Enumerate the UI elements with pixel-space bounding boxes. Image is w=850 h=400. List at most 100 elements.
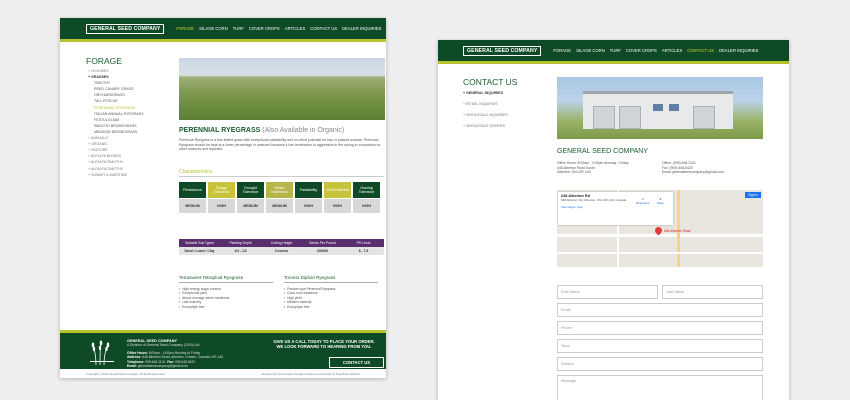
trait-drought-tolerance: Drought Tolerance MEDIUM xyxy=(237,182,264,213)
contact-line: Alberton, ON L0R 1A0 xyxy=(557,170,591,175)
wheat-logo-icon xyxy=(90,340,114,366)
subject-field[interactable]: Subject xyxy=(557,357,763,371)
trait-label: Persistence xyxy=(179,182,206,198)
nav-forage[interactable]: FORAGE xyxy=(553,48,571,53)
nav-articles[interactable]: ARTICLES xyxy=(285,26,305,31)
last-name-field[interactable]: Last Name xyxy=(662,285,763,299)
map-address: 648 Alberton Rd, Alberton, ON L0R 1A0, C… xyxy=(561,198,627,202)
forage-page: GENERAL SEED COMPANY FORAGE SILAGE CORN TU… xyxy=(60,18,386,378)
trait-value: HIGH xyxy=(324,199,351,213)
trait-forage-tolerance: Forage Tolerance HIGH xyxy=(208,182,235,213)
nav-forage[interactable]: FORAGE xyxy=(176,26,194,31)
map-road xyxy=(557,234,763,237)
ryegrass-field-image xyxy=(179,58,385,120)
message-field[interactable]: Message xyxy=(557,375,763,400)
table-header-cell: Planting Depth xyxy=(229,241,252,245)
nav-turf[interactable]: TURF xyxy=(233,26,244,31)
table-cell: 3 inches xyxy=(274,249,289,253)
table-cell: 230000 xyxy=(316,249,329,253)
trait-value: MEDIUM xyxy=(179,199,206,213)
nav-links: FORAGE SILAGE CORN TURF COVER CROPS ARTICLES… xyxy=(553,48,758,53)
nav-silage-corn[interactable]: SILAGE CORN xyxy=(199,26,228,31)
sidebar-menu: + GENERAL INQUIRIES + RETAIL INQUIRIES + W… xyxy=(463,91,508,135)
contact-line: Office Hours: 8:00am - 4:00pm Monday - F… xyxy=(557,161,629,165)
nav-cover-crops[interactable]: COVER CROPS xyxy=(626,48,657,53)
top-nav: GENERAL SEED COMPANY FORAGE SILAGE CORN TU… xyxy=(60,18,386,42)
view-larger-map-link[interactable]: View larger map xyxy=(561,205,670,209)
trait-persistence: Persistence MEDIUM xyxy=(179,182,206,213)
trait-palatability: Palatability HIGH xyxy=(295,182,322,213)
product-name: PERENNIAL RYEGRASS xyxy=(179,127,261,134)
directions-button[interactable]: ➜ Directions xyxy=(636,197,649,205)
trait-value: MEDIUM xyxy=(266,199,293,213)
nav-dealer-inquiries[interactable]: DEALER INQUIRIES xyxy=(342,26,381,31)
save-button[interactable]: ★ Save xyxy=(657,197,664,205)
properties-header-row: Suitable Soil Types Planting Depth Cutting… xyxy=(179,239,384,247)
trait-value: HIGH xyxy=(208,199,235,213)
sidebar-title: FORAGE xyxy=(86,56,122,66)
sidebar-title: CONTACT US xyxy=(463,77,518,87)
contact-us-button[interactable]: CONTACT US xyxy=(329,357,384,368)
garage-door xyxy=(619,106,641,129)
site-logo[interactable]: GENERAL SEED COMPANY xyxy=(463,45,542,56)
table-cell: 6 - 7.5 xyxy=(358,249,369,253)
nav-silage-corn[interactable]: SILAGE CORN xyxy=(576,48,605,53)
properties-value-row: Sand / Loam / Clay 1/4 - 1/2 3 inches 23000… xyxy=(179,247,384,255)
office-building-image xyxy=(557,77,763,139)
save-label: Save xyxy=(657,201,664,205)
characteristics-grid: Persistence MEDIUM Forage Tolerance HIGH Dro… xyxy=(179,182,380,213)
trait-label: Grazing Tolerance xyxy=(353,182,380,198)
trait-label: Yield Potential xyxy=(324,182,351,198)
sidebar-item-wholesale-orders[interactable]: + WHOLESALE ORDERS xyxy=(463,124,508,135)
company-title: GENERAL SEED COMPANY xyxy=(557,148,649,155)
nav-contact-us[interactable]: CONTACT US xyxy=(687,48,714,53)
footer-call-to-action: GIVE US A CALL TODAY TO PLACE YOUR ORDER… xyxy=(265,339,383,349)
google-map[interactable]: 648 Alberton Rd 648 Alberton Rd, Alberto… xyxy=(557,190,763,267)
nav-articles[interactable]: ARTICLES xyxy=(662,48,682,53)
variety-toronto: Toronto Diploid Ryegrass Pasture type Pe… xyxy=(284,275,378,309)
list-item: Endophyte free xyxy=(179,305,273,309)
garage-door xyxy=(593,106,615,129)
characteristics-title: Characteristics xyxy=(179,169,213,175)
footer-email: Email: generalseedcompany@gmail.com xyxy=(127,364,188,369)
credit-text: Designed by Fred Graphic Design Solution… xyxy=(261,371,360,376)
trait-label: Drought Tolerance xyxy=(237,182,264,198)
nav-contact-us[interactable]: CONTACT US xyxy=(310,26,337,31)
properties-table: Suitable Soil Types Planting Depth Cutting… xyxy=(179,239,384,255)
contact-line: Email: generalseedcompany@gmail.com xyxy=(662,170,724,175)
first-name-field[interactable]: First Name xyxy=(557,285,658,299)
variety-tetrasweet: Tetrasweet Tetraploid Ryegrass High ener… xyxy=(179,275,273,309)
contact-form: First Name Last Name Email Phone Town Su… xyxy=(557,285,763,400)
copyright-text: Copyright © 2018 General Seed Company. A… xyxy=(86,371,166,376)
product-alt-note: (Also Available in Organic) xyxy=(262,127,345,134)
variety-features: Pasture type Perennial RyegrassGood rust… xyxy=(284,287,378,309)
phone-field[interactable]: Phone xyxy=(557,321,763,335)
sidebar-item-general-inquiries[interactable]: + GENERAL INQUIRIES xyxy=(463,91,508,102)
trait-label: Forage Tolerance xyxy=(208,182,235,198)
trait-value: MEDIUM xyxy=(237,199,264,213)
email-field[interactable]: Email xyxy=(557,303,763,317)
contact-info: Office: (905) 648-2101 Fax: (905) 648-542… xyxy=(662,161,724,175)
sidebar-item-retail-inquiries[interactable]: + RETAIL INQUIRIES xyxy=(463,102,508,113)
map-sign-in-button[interactable]: Sign in xyxy=(745,192,761,198)
trait-grazing-tolerance: Grazing Tolerance HIGH xyxy=(353,182,380,213)
sidebar-item-wholesale-inquiries[interactable]: + WHOLESALE INQUIRIES xyxy=(463,113,508,124)
sidebar-item-summit-maritime[interactable]: + SUMMIT & MARITIME xyxy=(88,173,143,179)
office-info: Office Hours: 8:00am - 4:00pm Monday - F… xyxy=(557,161,629,175)
list-item: Endophyte free xyxy=(284,305,378,309)
copyright-bar: Copyright © 2018 General Seed Company. A… xyxy=(60,369,386,378)
nav-cover-crops[interactable]: COVER CROPS xyxy=(249,26,280,31)
table-header-cell: Seeds Per Pound xyxy=(309,241,336,245)
cta-line-2: WE LOOK FORWARD TO HEARING FROM YOU. xyxy=(276,344,372,350)
sidebar-menu: + LEGUMES + GRASSES TIMOTHY REED CANARY GRA… xyxy=(88,69,143,179)
nav-turf[interactable]: TURF xyxy=(610,48,621,53)
top-nav: GENERAL SEED COMPANY FORAGE SILAGE CORN TU… xyxy=(438,40,789,64)
nav-dealer-inquiries[interactable]: DEALER INQUIRIES xyxy=(719,48,758,53)
contact-page: GENERAL SEED COMPANY FORAGE SILAGE CORN TU… xyxy=(438,40,789,400)
variety-features: High energy sugar contentExceptional yie… xyxy=(179,287,273,309)
table-header-cell: Suitable Soil Types xyxy=(185,241,214,245)
site-logo[interactable]: GENERAL SEED COMPANY xyxy=(86,23,165,34)
nav-links: FORAGE SILAGE CORN TURF COVER CROPS ARTICLES… xyxy=(176,26,381,31)
product-description: Perennial Ryegrass is a fine-leafed gras… xyxy=(179,138,381,152)
town-field[interactable]: Town xyxy=(557,339,763,353)
